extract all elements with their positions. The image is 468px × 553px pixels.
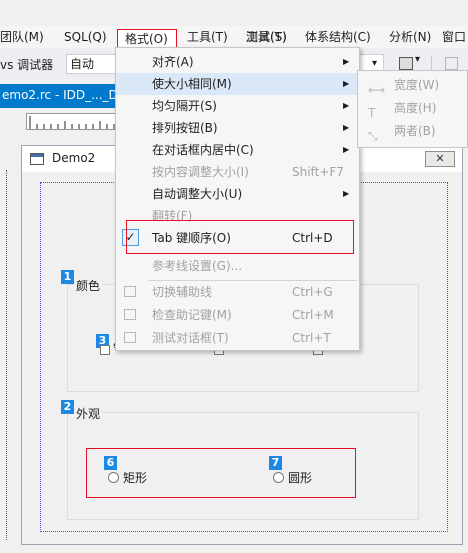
menu-item-shortcut: Ctrl+G — [292, 285, 333, 299]
both-icon: ⤡ — [368, 129, 378, 143]
menu-item-space-evenly[interactable]: 均匀隔开(S) ▶ — [116, 95, 359, 117]
vertical-ruler — [0, 170, 7, 540]
dialog-app-icon — [30, 153, 44, 165]
close-icon: ✕ — [435, 152, 445, 165]
menu-item-shortcut: Ctrl+M — [292, 308, 334, 322]
submenu-arrow-icon: ▶ — [343, 101, 350, 110]
mnemonics-icon — [124, 309, 136, 320]
menu-item-guide-settings[interactable]: 参考线设置(G)... — [116, 255, 359, 277]
submenu-arrow-icon: ▶ — [343, 123, 350, 132]
tab-order-badge: 1 — [61, 270, 74, 284]
menu-tools-label[interactable]: 工具(T) — [187, 29, 228, 45]
menu-item-label: 均匀隔开(S) — [152, 99, 217, 113]
menu-item-check-mnemonics[interactable]: 检查助记键(M) Ctrl+M — [116, 304, 359, 326]
menu-item-label: 切换辅助线 — [152, 285, 213, 299]
menu-item-label: 自动调整大小(U) — [152, 187, 243, 201]
guides-icon — [124, 286, 136, 297]
menu-item-label: 排列按钮(B) — [152, 121, 218, 135]
menu-item-label: 使大小相同(M) — [152, 77, 232, 91]
menu-item-label: 对齐(A) — [152, 55, 194, 69]
tab-order-badge: 6 — [104, 456, 117, 470]
appearance-group-label: 外观 — [74, 405, 103, 422]
format-menu: 对齐(A) ▶ 使大小相同(M) ▶ 均匀隔开(S) ▶ 排列按钮(B) ▶ 在… — [115, 47, 360, 351]
submenu-item-label: 两者(B) — [394, 124, 436, 138]
tab-order-badge: 2 — [61, 400, 74, 414]
toolbar-format-icon[interactable] — [445, 57, 458, 70]
submenu-arrow-icon: ▶ — [343, 57, 350, 66]
debugger-label: vs 调试器 — [0, 58, 54, 72]
tab-order-highlight-box — [126, 220, 354, 254]
submenu-arrow-icon: ▶ — [343, 145, 350, 154]
circle-radio-label: 圆形 — [288, 471, 313, 485]
menu-analyze[interactable]: 分析(N) — [389, 29, 431, 45]
config-combo[interactable]: 自动 — [66, 54, 118, 74]
submenu-arrow-icon: ▶ — [343, 189, 350, 198]
menu-window[interactable]: 窗口 — [442, 29, 468, 45]
toolbar-tool-icon[interactable] — [399, 57, 413, 70]
menu-item-label: 在对话框内居中(C) — [152, 143, 254, 157]
document-tab[interactable]: emo2.rc - IDD_..._DI — [0, 84, 122, 106]
menu-item-test-dialog[interactable]: 测试对话框(T) Ctrl+T — [116, 327, 359, 349]
dialog-title: Demo2 — [52, 151, 96, 165]
menu-item-label: 按内容调整大小(I) — [152, 165, 249, 179]
menu-team[interactable]: 团队(M) — [0, 29, 44, 45]
menu-architecture[interactable]: 体系结构(C) — [305, 29, 371, 45]
rectangle-radio[interactable] — [108, 472, 119, 483]
menu-item-toggle-guides[interactable]: 切换辅助线 Ctrl+G — [116, 281, 359, 303]
submenu-item-width[interactable]: ⟷ 宽度(W) — [358, 74, 467, 97]
menu-item-shortcut: Ctrl+T — [292, 331, 331, 345]
menu-sql[interactable]: SQL(Q) — [64, 29, 107, 45]
rectangle-radio-label: 矩形 — [123, 471, 148, 485]
document-tab-title: emo2.rc - IDD_..._DI — [2, 88, 122, 102]
tab-order-badge: 7 — [269, 456, 282, 470]
menu-format-label: 格式(O) — [125, 32, 168, 46]
close-button[interactable]: ✕ — [425, 151, 455, 167]
submenu-item-label: 高度(H) — [394, 101, 437, 115]
submenu-arrow-icon: ▶ — [343, 79, 350, 88]
menu-item-label: 检查助记键(M) — [152, 308, 232, 322]
menu-item-auto-size[interactable]: 自动调整大小(U) ▶ — [116, 183, 359, 205]
horizontal-ruler — [26, 113, 118, 130]
config-combo-value: 自动 — [70, 57, 95, 71]
menu-item-make-same-size[interactable]: 使大小相同(M) ▶ — [116, 73, 359, 95]
menu-item-center-in-dialog[interactable]: 在对话框内居中(C) ▶ — [116, 139, 359, 161]
chevron-down-icon[interactable]: ▾ — [415, 54, 420, 65]
submenu-item-label: 宽度(W) — [394, 78, 440, 92]
ruler-ticks — [29, 116, 115, 129]
menu-item-label: 测试对话框(T) — [152, 331, 229, 345]
menu-test[interactable]: 测试(S) — [246, 29, 287, 45]
submenu-item-height[interactable]: T 高度(H) — [358, 97, 467, 120]
menu-item-arrange-buttons[interactable]: 排列按钮(B) ▶ — [116, 117, 359, 139]
menu-item-label: 参考线设置(G)... — [152, 259, 243, 273]
menu-item-align[interactable]: 对齐(A) ▶ — [116, 51, 359, 73]
menu-item-shortcut: Shift+F7 — [292, 165, 344, 179]
circle-radio[interactable] — [273, 472, 284, 483]
test-dialog-icon — [124, 332, 136, 343]
make-same-size-submenu: ⟷ 宽度(W) T 高度(H) ⤡ 两者(B) — [357, 70, 468, 148]
color-group-label: 颜色 — [74, 277, 103, 294]
menu-item-size-to-content[interactable]: 按内容调整大小(I) Shift+F7 — [116, 161, 359, 183]
submenu-item-both[interactable]: ⤡ 两者(B) — [358, 120, 467, 143]
red-checkbox[interactable] — [100, 345, 110, 355]
